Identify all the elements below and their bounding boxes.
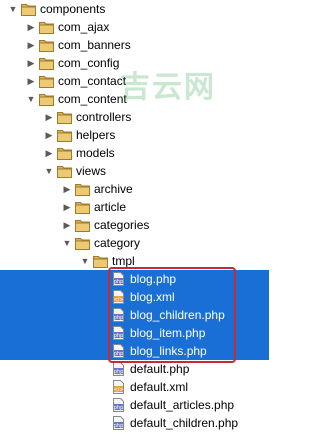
folder-icon [39, 74, 54, 88]
svg-text:</>: </> [113, 387, 123, 393]
tree-item-label: models [76, 146, 115, 160]
tree-item-label: views [76, 164, 107, 178]
tree-item-label: components [40, 2, 106, 16]
chevron-right-icon[interactable]: ▶ [44, 108, 54, 126]
tree-item-label: helpers [76, 128, 116, 142]
php-file-icon: php [111, 362, 126, 376]
folder-icon [93, 254, 108, 268]
tree-item-label: default_children.php [130, 416, 239, 430]
folder-icon [75, 236, 90, 250]
chevron-right-icon[interactable]: ▶ [44, 126, 54, 144]
tree-item-label: com_ajax [58, 20, 110, 34]
chevron-right-icon[interactable]: ▶ [26, 54, 36, 72]
chevron-down-icon[interactable]: ▼ [8, 0, 18, 18]
tree-row-file[interactable]: php default_articles.php [0, 396, 269, 414]
folder-icon [57, 110, 72, 124]
tree-row-folder[interactable]: ▶ com_banners [0, 36, 269, 54]
tree-row-folder[interactable]: ▶ com_ajax [0, 18, 269, 36]
tree-item-label: article [94, 200, 127, 214]
tree-item-label: archive [94, 182, 133, 196]
chevron-right-icon[interactable]: ▶ [62, 216, 72, 234]
tree-item-label: default.xml [130, 380, 189, 394]
chevron-right-icon[interactable]: ▶ [26, 36, 36, 54]
svg-text:php: php [114, 423, 124, 429]
highlight-box [108, 267, 236, 363]
watermark: 吉云网 [120, 70, 216, 105]
tree-row-folder[interactable]: ▶ helpers [0, 126, 269, 144]
tree-item-label: controllers [76, 110, 132, 124]
tree-row-folder[interactable]: ▶ article [0, 198, 269, 216]
tree-item-label: com_config [58, 56, 120, 70]
tree-item-label: com_banners [58, 38, 131, 52]
tree-row-folder[interactable]: ▶ archive [0, 180, 269, 198]
chevron-right-icon[interactable]: ▶ [26, 18, 36, 36]
folder-icon [75, 200, 90, 214]
chevron-right-icon[interactable]: ▶ [26, 72, 36, 90]
php-file-icon: php [111, 416, 126, 430]
tree-item-label: com_contact [58, 74, 127, 88]
tree-item-label: default_articles.php [130, 398, 235, 412]
tree-row-folder[interactable]: ▼ components [0, 0, 269, 18]
chevron-down-icon[interactable]: ▼ [44, 162, 54, 180]
tree-item-label: categories [94, 218, 150, 232]
svg-text:php: php [114, 405, 124, 411]
tree-row-file[interactable]: php default_children.php [0, 414, 269, 432]
folder-icon [39, 20, 54, 34]
php-file-icon: php [111, 398, 126, 412]
folder-icon [39, 56, 54, 70]
folder-icon [57, 146, 72, 160]
svg-text:php: php [114, 369, 124, 375]
chevron-down-icon[interactable]: ▼ [80, 252, 90, 270]
tree-row-folder[interactable]: ▶ categories [0, 216, 269, 234]
tree-row-file[interactable]: </> default.xml [0, 378, 269, 396]
folder-icon [75, 182, 90, 196]
chevron-right-icon[interactable]: ▶ [62, 198, 72, 216]
tree-item-label: category [94, 236, 141, 250]
tree-row-folder[interactable]: ▶ models [0, 144, 269, 162]
tree-row-folder[interactable]: ▶ controllers [0, 108, 269, 126]
folder-icon [21, 2, 36, 16]
tree-row-folder[interactable]: ▼ category [0, 234, 269, 252]
chevron-right-icon[interactable]: ▶ [62, 180, 72, 198]
folder-icon [39, 92, 54, 106]
tree-item-label: com_content [58, 92, 127, 106]
folder-icon [39, 38, 54, 52]
folder-icon [57, 128, 72, 142]
chevron-right-icon[interactable]: ▶ [44, 144, 54, 162]
tree-row-folder[interactable]: ▼ views [0, 162, 269, 180]
folder-icon [57, 164, 72, 178]
folder-icon [75, 218, 90, 232]
chevron-down-icon[interactable]: ▼ [26, 90, 36, 108]
xml-file-icon: </> [111, 380, 126, 394]
chevron-down-icon[interactable]: ▼ [62, 234, 72, 252]
